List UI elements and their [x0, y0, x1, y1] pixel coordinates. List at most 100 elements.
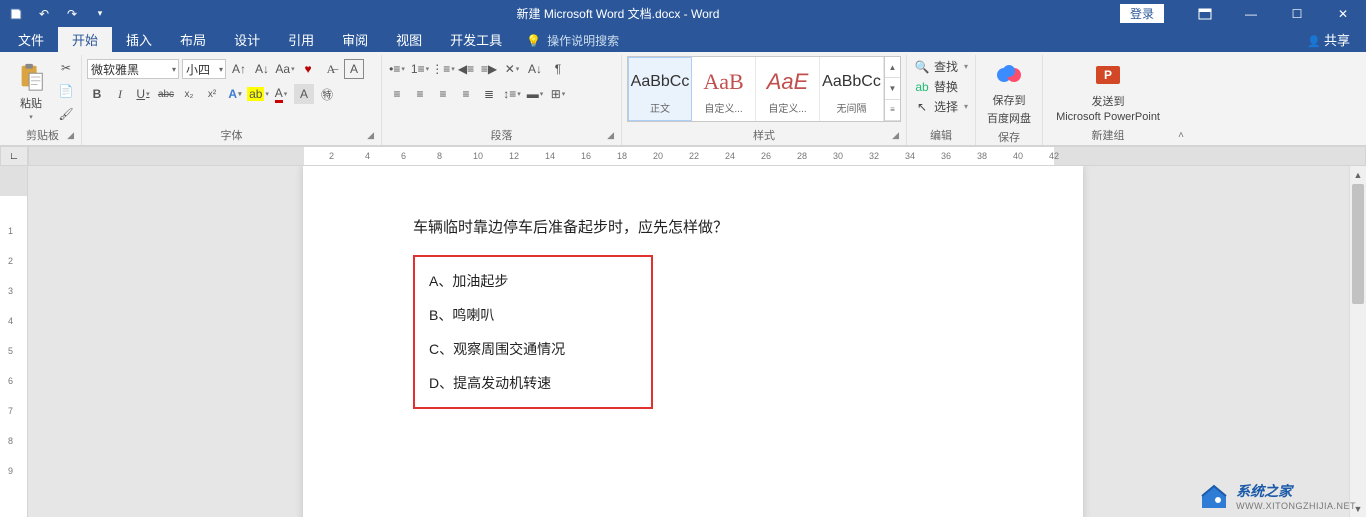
char-border-button[interactable]: A	[344, 59, 364, 79]
style-custom2[interactable]: AaE 自定义...	[756, 57, 820, 121]
chevron-down-icon[interactable]: ▼	[885, 78, 900, 99]
bold-button[interactable]: B	[87, 84, 107, 104]
align-justify-button[interactable]: ≡	[456, 84, 476, 104]
borders-button[interactable]: ⊞	[548, 84, 568, 104]
login-button[interactable]: 登录	[1120, 4, 1164, 23]
tab-references[interactable]: 引用	[274, 27, 328, 52]
powerpoint-icon: P	[1092, 59, 1124, 91]
tab-file[interactable]: 文件	[4, 27, 58, 52]
style-gallery: AaBbCc 正文 AaB 自定义... AaE 自定义... AaBbCc 无…	[627, 56, 901, 122]
text-effects-button[interactable]: A	[225, 84, 245, 104]
decrease-indent-button[interactable]: ◀≡	[456, 59, 476, 79]
scroll-up-icon[interactable]: ▲	[1350, 166, 1366, 183]
font-name-select[interactable]: 微软雅黑	[87, 59, 179, 79]
highlight-button[interactable]: ab	[248, 84, 268, 104]
sort-button[interactable]: A↓	[525, 59, 545, 79]
ruler-vertical[interactable]: 1 2 3 4 5 6 7 8 9	[0, 166, 28, 517]
show-marks-button[interactable]: ¶	[548, 59, 568, 79]
line-spacing-button[interactable]: ↕≡	[502, 84, 522, 104]
replace-button[interactable]: ab替换	[914, 78, 968, 95]
increase-font-button[interactable]: A↑	[229, 59, 249, 79]
send-to-ppt-button[interactable]: P 发送到 Microsoft PowerPoint	[1048, 56, 1168, 126]
format-painter-button[interactable]: 🖌	[56, 104, 76, 124]
collapse-ribbon-button[interactable]: ˄	[1173, 55, 1189, 145]
close-button[interactable]: ✕	[1320, 0, 1366, 27]
tell-me-search[interactable]: 💡 操作说明搜索	[516, 29, 629, 52]
option-c: C、观察周围交通情况	[429, 339, 633, 359]
qat-more-icon[interactable]: ▾	[92, 6, 108, 22]
hruler[interactable]: 24681012141618202224262830323436384042	[28, 146, 1366, 166]
decrease-font-button[interactable]: A↓	[252, 59, 272, 79]
group-save: 保存到 百度网盘 保存	[976, 55, 1043, 145]
char-shading-button[interactable]: A	[294, 84, 314, 104]
scrollbar-thumb[interactable]	[1352, 184, 1364, 304]
share-icon: 👤	[1307, 36, 1324, 48]
number-list-button[interactable]: 1≡	[410, 59, 430, 79]
more-styles-icon[interactable]: ≡	[885, 100, 900, 121]
align-distribute-button[interactable]: ≣	[479, 84, 499, 104]
subscript-button[interactable]: x₂	[179, 84, 199, 104]
increase-indent-button[interactable]: ≡▶	[479, 59, 499, 79]
save-to-baidu-button[interactable]: 保存到 百度网盘	[981, 56, 1037, 128]
strikethrough-button[interactable]: abc	[156, 84, 176, 104]
question-text: 车辆临时靠边停车后准备起步时，应先怎样做？	[413, 216, 983, 237]
tab-home[interactable]: 开始	[58, 27, 112, 52]
ribbon-display-button[interactable]	[1182, 0, 1228, 27]
dialog-launcher-icon[interactable]: ◢	[367, 130, 374, 141]
vertical-scrollbar[interactable]: ▲ ▼	[1349, 166, 1366, 517]
lightbulb-icon: 💡	[526, 34, 541, 48]
group-font: 微软雅黑 小四 A↑ A↓ Aa ♥ A̶ A B I U abc x₂ x² …	[82, 55, 382, 145]
italic-button[interactable]: I	[110, 84, 130, 104]
style-normal[interactable]: AaBbCc 正文	[628, 57, 692, 121]
phonetic-guide-button[interactable]: ♥	[298, 59, 318, 79]
redo-icon[interactable]: ↷	[64, 6, 80, 22]
text-direction-button[interactable]: ✕	[502, 59, 522, 79]
align-right-button[interactable]: ≡	[433, 84, 453, 104]
watermark: 系统之家 WWW.XITONGZHIJIA.NET	[1198, 481, 1356, 511]
enclose-char-button[interactable]: ㊕	[317, 84, 337, 104]
superscript-button[interactable]: x²	[202, 84, 222, 104]
option-d: D、提高发动机转速	[429, 373, 633, 393]
find-button[interactable]: 🔍查找▾	[914, 58, 968, 75]
undo-icon[interactable]: ↶	[36, 6, 52, 22]
tab-layout[interactable]: 布局	[166, 27, 220, 52]
underline-button[interactable]: U	[133, 84, 153, 104]
change-case-button[interactable]: Aa	[275, 59, 295, 79]
tab-design[interactable]: 设计	[220, 27, 274, 52]
select-button[interactable]: ↖选择▾	[914, 98, 968, 115]
save-icon[interactable]	[8, 6, 24, 22]
minimize-button[interactable]: —	[1228, 0, 1274, 27]
align-center-button[interactable]: ≡	[410, 84, 430, 104]
document-canvas[interactable]: 车辆临时靠边停车后准备起步时，应先怎样做？ A、加油起步 B、鸣喇叭 C、观察周…	[28, 166, 1366, 517]
share-button[interactable]: 👤 共享	[1291, 27, 1366, 52]
style-custom1[interactable]: AaB 自定义...	[692, 57, 756, 121]
tab-review[interactable]: 审阅	[328, 27, 382, 52]
chevron-down-icon: ▾	[29, 113, 33, 121]
font-size-select[interactable]: 小四	[182, 59, 226, 79]
group-clipboard: 粘贴 ▾ ✂ 📄 🖌 剪贴板◢	[4, 55, 82, 145]
multilevel-list-button[interactable]: ⋮≡	[433, 59, 453, 79]
cut-button[interactable]: ✂	[56, 58, 76, 78]
search-icon: 🔍	[914, 60, 930, 74]
shading-button[interactable]: ▬	[525, 84, 545, 104]
group-styles: AaBbCc 正文 AaB 自定义... AaE 自定义... AaBbCc 无…	[622, 55, 907, 145]
tab-selector[interactable]: ∟	[0, 146, 28, 166]
page: 车辆临时靠边停车后准备起步时，应先怎样做？ A、加油起步 B、鸣喇叭 C、观察周…	[303, 166, 1083, 517]
dialog-launcher-icon[interactable]: ◢	[67, 130, 74, 141]
dialog-launcher-icon[interactable]: ◢	[892, 130, 899, 141]
chevron-up-icon[interactable]: ▲	[885, 57, 900, 78]
dialog-launcher-icon[interactable]: ◢	[607, 130, 614, 141]
style-gallery-scroll[interactable]: ▲ ▼ ≡	[884, 57, 900, 121]
font-color-button[interactable]: A	[271, 84, 291, 104]
tab-view[interactable]: 视图	[382, 27, 436, 52]
bullet-list-button[interactable]: •≡	[387, 59, 407, 79]
clear-format-button[interactable]: A̶	[321, 59, 341, 79]
tab-devtools[interactable]: 开发工具	[436, 27, 516, 52]
paste-button[interactable]: 粘贴 ▾	[9, 56, 53, 126]
maximize-button[interactable]: ☐	[1274, 0, 1320, 27]
cloud-icon	[993, 58, 1025, 90]
copy-button[interactable]: 📄	[56, 81, 76, 101]
tab-insert[interactable]: 插入	[112, 27, 166, 52]
style-nospace[interactable]: AaBbCc 无间隔	[820, 57, 884, 121]
align-left-button[interactable]: ≡	[387, 84, 407, 104]
